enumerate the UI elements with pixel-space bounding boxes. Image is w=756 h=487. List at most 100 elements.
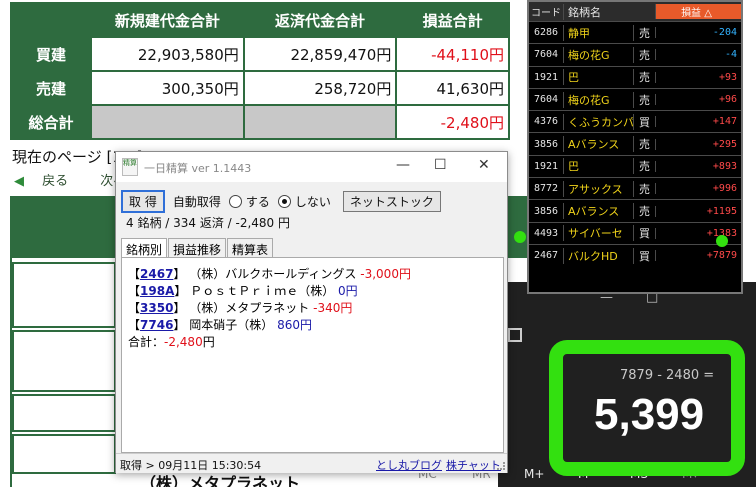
row-label-total: 総合計 bbox=[10, 104, 92, 140]
position-side: 買 bbox=[633, 113, 655, 130]
col-pl-sorted[interactable]: 損益 △ bbox=[655, 4, 741, 19]
bracket-close: 】 bbox=[173, 318, 186, 332]
bracket-open: 【 bbox=[128, 318, 141, 332]
position-code: 1921 bbox=[533, 160, 559, 172]
dialog-statusbar: 取得 > 09月11日 15:30:54 とし丸ブログ 株チャット bbox=[116, 453, 507, 473]
position-pl: +996 bbox=[655, 183, 741, 195]
position-list-header: コード 銘柄名 損益 △ bbox=[529, 2, 741, 21]
buy-pl: -44,110円 bbox=[395, 36, 510, 72]
total-label: 合計： bbox=[128, 335, 165, 349]
row-label-buy: 買建 bbox=[10, 36, 92, 72]
stock-code-link[interactable]: 2467 bbox=[140, 267, 173, 281]
bracket-close: 】 bbox=[173, 301, 186, 315]
bracket-close: 】 bbox=[173, 267, 186, 281]
summary-row-total: 総合計 -2,480円 bbox=[10, 104, 510, 140]
position-row[interactable]: 8772 アサックス売 +996 bbox=[529, 177, 741, 199]
back-link[interactable]: ◀ 戻る bbox=[14, 174, 82, 189]
detail-cell bbox=[12, 394, 116, 432]
position-pl: +295 bbox=[655, 138, 741, 150]
stock-code-link[interactable]: 198A bbox=[140, 284, 174, 298]
radio-auto-on[interactable] bbox=[228, 195, 242, 208]
stock-name: （株）バルクホールディングス bbox=[189, 267, 357, 281]
calc-keep-on-top-icon[interactable] bbox=[508, 328, 522, 342]
dialog-titlebar[interactable]: 精算 一日精算 ver 1.1443 — ☐ ✕ bbox=[116, 152, 507, 182]
maximize-icon[interactable]: ☐ bbox=[434, 157, 447, 173]
stock-pl: -3,000円 bbox=[360, 267, 411, 281]
position-code: 8772 bbox=[533, 183, 559, 195]
stock-name: （株）メタプラネット bbox=[189, 301, 310, 315]
position-row[interactable]: 3856 Aバランス売 +1195 bbox=[529, 199, 741, 221]
position-row[interactable]: 3856 Aバランス売 +295 bbox=[529, 132, 741, 154]
bracket-open: 【 bbox=[128, 284, 141, 298]
summary-row-buy: 買建 22,903,580円 22,859,470円 -44,110円 bbox=[10, 36, 510, 72]
position-pl: +1383 bbox=[655, 227, 741, 239]
position-row[interactable]: 7604 梅の花G 売 +96 bbox=[529, 87, 741, 110]
position-row[interactable]: 6286 静甲売 -204 bbox=[529, 21, 741, 43]
position-code: 3856 bbox=[533, 205, 559, 217]
close-icon[interactable]: ✕ bbox=[478, 157, 490, 173]
stock-code-link[interactable]: 7746 bbox=[140, 318, 173, 332]
header-new-total: 新規建代金合計 bbox=[90, 2, 245, 38]
resize-grip-icon[interactable] bbox=[497, 462, 505, 470]
position-side: 売 bbox=[633, 180, 655, 197]
back-label: 戻る bbox=[42, 174, 69, 189]
position-code: 7604 bbox=[533, 94, 559, 106]
position-rows: 6286 静甲売 -204 7604 梅の花G 売 -4 1921 巴売 +93 7604 梅の花G 売… bbox=[529, 21, 741, 266]
position-row[interactable]: 7604 梅の花G 売 -4 bbox=[529, 43, 741, 65]
position-row[interactable]: 1921 巴売 +93 bbox=[529, 65, 741, 88]
stock-pl-lines: 【2467】 （株）バルクホールディングス -3,000円 【198A】 Ｐｏｓｔ… bbox=[128, 265, 497, 333]
netstock-button[interactable]: ネットストック bbox=[342, 191, 441, 212]
sell-new-total: 300,350円 bbox=[90, 70, 245, 106]
position-side: 売 bbox=[633, 136, 655, 153]
stock-chat-link[interactable]: 株チャット bbox=[446, 457, 501, 473]
detail-cell bbox=[12, 434, 116, 474]
radio-auto-off-label: しない bbox=[294, 195, 331, 209]
stock-pl: -340円 bbox=[313, 301, 353, 315]
col-code[interactable]: コード bbox=[529, 4, 563, 19]
stock-pl-line: 【3350】 （株）メタプラネット -340円 bbox=[128, 299, 497, 316]
header-pl-total: 損益合計 bbox=[395, 2, 510, 38]
position-code: 3856 bbox=[533, 138, 559, 150]
position-name: サイバーセ bbox=[563, 225, 633, 242]
position-row[interactable]: 2467 バルクHD 買 +7879 bbox=[529, 243, 741, 266]
position-side: 売 bbox=[633, 46, 655, 63]
position-row[interactable]: 1921 巴売 +893 bbox=[529, 154, 741, 177]
col-name[interactable]: 銘柄名 bbox=[563, 3, 633, 20]
position-name: くふうカンパ bbox=[563, 113, 633, 130]
position-name: 静甲 bbox=[563, 24, 633, 41]
stock-code-link[interactable]: 3350 bbox=[140, 301, 173, 315]
position-code: 7604 bbox=[533, 49, 559, 61]
position-name: Aバランス bbox=[563, 203, 633, 220]
position-pl: +7879 bbox=[655, 250, 741, 262]
detail-cell bbox=[12, 330, 116, 392]
blog-link[interactable]: とし丸ブログ bbox=[376, 457, 442, 473]
fetch-button[interactable]: 取 得 bbox=[121, 190, 165, 213]
total-value: -2,480 bbox=[164, 335, 203, 349]
position-row[interactable]: 4376 くふうカンパ買 +147 bbox=[529, 110, 741, 132]
bracket-close: 】 bbox=[174, 284, 187, 298]
total-close-empty bbox=[242, 104, 398, 140]
position-row[interactable]: 4493 サイバーセ買 +1383 bbox=[529, 221, 741, 244]
green-dot-marker bbox=[716, 235, 728, 247]
position-pl: +893 bbox=[655, 160, 741, 172]
minimize-icon[interactable]: — bbox=[396, 157, 410, 173]
total-line: 合計：-2,480円 bbox=[128, 333, 497, 350]
stock-pl-line: 【2467】 （株）バルクホールディングス -3,000円 bbox=[128, 265, 497, 282]
position-code: 2467 bbox=[533, 250, 559, 262]
position-side: 買 bbox=[633, 225, 655, 242]
position-name: アサックス bbox=[563, 180, 633, 197]
position-name: 巴 bbox=[563, 158, 633, 175]
stock-pl-panel: 【2467】 （株）バルクホールディングス -3,000円 【198A】 Ｐｏｓｔ… bbox=[121, 257, 504, 453]
triangle-left-icon: ◀ bbox=[14, 174, 24, 189]
position-pl: -4 bbox=[655, 49, 741, 61]
app-icon: 精算 bbox=[122, 158, 138, 176]
summary-row-sell: 売建 300,350円 258,720円 41,630円 bbox=[10, 70, 510, 106]
radio-auto-off[interactable] bbox=[277, 195, 291, 208]
calc-mplus-button[interactable]: M+ bbox=[524, 467, 544, 481]
summary-corner bbox=[10, 2, 92, 38]
position-pl: +147 bbox=[655, 116, 741, 128]
dialog-title: 一日精算 ver 1.1443 bbox=[144, 162, 252, 175]
dialog-status: 4 銘柄 / 334 返済 / -2,480 円 bbox=[126, 216, 291, 230]
position-name: 巴 bbox=[563, 69, 633, 86]
position-side: 売 bbox=[633, 69, 655, 86]
